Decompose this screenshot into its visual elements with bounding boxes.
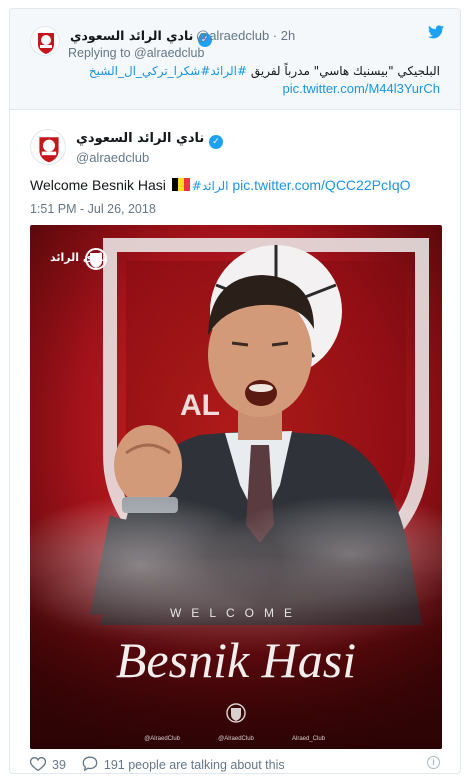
poster-social-snapchat: Alraed_Club	[292, 736, 326, 742]
heart-icon[interactable]	[29, 756, 47, 774]
poster-social-instagram: @AlraedClub	[218, 736, 254, 742]
display-name-text[interactable]: نادي الرائد السعودي	[70, 28, 193, 43]
main-tweet-text: Welcome Besnik Hasi #الرائد pic.twitter.…	[30, 176, 411, 195]
main-text-prefix: Welcome Besnik Hasi	[30, 177, 166, 193]
tweet-embed: نادي الرائد السعودي ✓ @alraedclub · 2h R…	[9, 8, 461, 774]
tweet-media-poster[interactable]: AL نادي الرائد WELCOME Besnik Hasi @Alra…	[30, 225, 442, 749]
parent-tweet[interactable]: نادي الرائد السعودي ✓ @alraedclub · 2h R…	[10, 9, 460, 110]
club-avatar[interactable]	[30, 26, 60, 56]
main-pic-link[interactable]: pic.twitter.com/QCC22PcIqO	[232, 177, 410, 193]
svg-text:AL: AL	[180, 389, 220, 422]
parent-pic-link[interactable]: pic.twitter.com/M44l3YurCh	[282, 81, 440, 96]
parent-tweet-text: البلجيكي "بيسنيك هاسي" مدرباً لفريق #الر…	[60, 63, 440, 80]
talking-about-count[interactable]: 191 people are talking about this	[104, 758, 285, 772]
display-name-text[interactable]: نادي الرائد السعودي	[76, 131, 204, 146]
replying-prefix: Replying to	[68, 46, 131, 60]
info-icon[interactable]: i	[427, 756, 440, 769]
main-display-name[interactable]: نادي الرائد السعودي ✓	[76, 131, 223, 149]
main-timestamp[interactable]: 1:51 PM - Jul 26, 2018	[30, 202, 156, 216]
parent-hashtags[interactable]: #الرائد#شكرا_تركي_ال_الشيخ	[89, 64, 247, 78]
poster-social-twitter: @AlraedClub	[144, 736, 180, 742]
parent-display-name[interactable]: نادي الرائد السعودي ✓	[70, 28, 212, 47]
twitter-bird-icon[interactable]	[428, 25, 444, 44]
like-count[interactable]: 39	[52, 758, 66, 772]
comment-icon[interactable]	[82, 756, 98, 773]
engagement-bar: 39 191 people are talking about this	[29, 756, 285, 774]
replying-to-line: Replying to @alraedclub	[68, 46, 204, 60]
replying-to-link[interactable]: @alraedclub	[134, 46, 204, 60]
poster-welcome-text: WELCOME	[170, 606, 302, 620]
tweet-time[interactable]: 2h	[281, 28, 295, 43]
main-handle[interactable]: @alraedclub	[76, 150, 149, 165]
club-avatar[interactable]	[30, 129, 66, 165]
poster-name-text: Besnik Hasi	[116, 632, 356, 688]
parent-handle[interactable]: @alraedclub · 2h	[196, 28, 295, 43]
main-hashtag[interactable]: #الرائد	[192, 179, 229, 193]
handle-text[interactable]: @alraedclub	[196, 28, 269, 43]
verified-badge-icon: ✓	[208, 135, 223, 149]
belgium-flag-icon	[171, 177, 190, 191]
parent-text-plain: البلجيكي "بيسنيك هاسي" مدرباً لفريق	[250, 64, 440, 78]
